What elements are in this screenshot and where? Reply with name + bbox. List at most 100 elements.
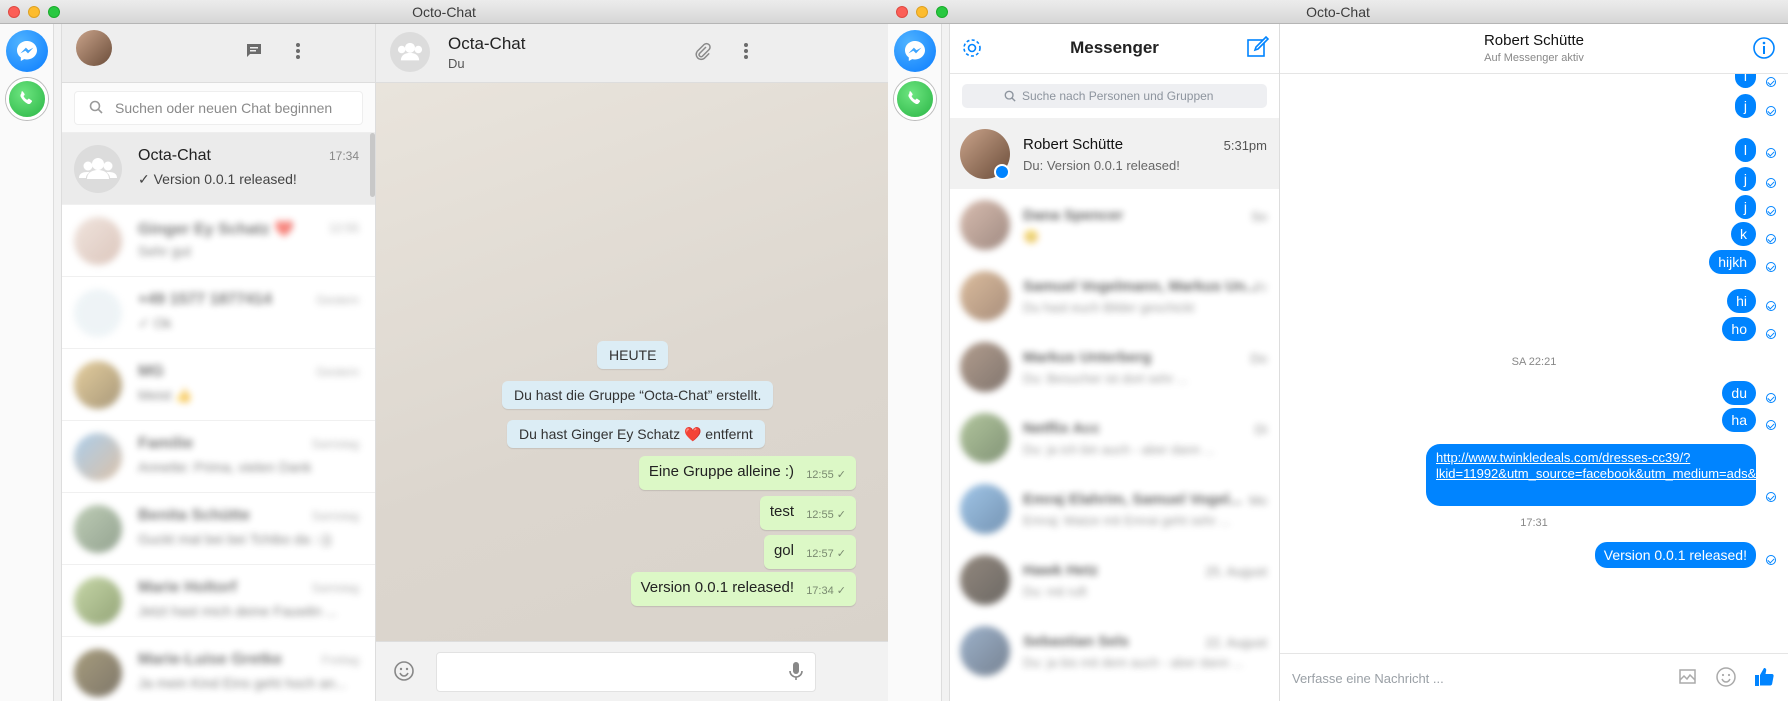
- profile-avatar[interactable]: [76, 30, 112, 66]
- thread-time: Di: [1254, 422, 1267, 437]
- seen-check-icon: [1766, 148, 1776, 158]
- thread-time: Fr: [1254, 280, 1267, 295]
- seen-check-icon: [1766, 234, 1776, 244]
- chat-row[interactable]: Ginger Ey Schatz ❤️ 12:55 Sehr gut: [62, 205, 375, 277]
- chat-row[interactable]: Familie Samstag Annette: Prima, vielen D…: [62, 421, 375, 493]
- new-chat-icon[interactable]: [242, 41, 266, 65]
- chat-preview: Guckt mal bei bei Tchibo da :-)): [138, 531, 332, 547]
- zoom-window-button[interactable]: [48, 6, 60, 18]
- seen-check-icon: [1766, 106, 1776, 116]
- message-input[interactable]: [436, 652, 816, 692]
- chat-preview: ✓ Ok: [138, 315, 172, 331]
- message-time: 12:55 ✓: [806, 469, 846, 481]
- chat-list-scrollbar[interactable]: [370, 133, 375, 197]
- link-message[interactable]: http://www.twinkledeals.com/dresses-cc39…: [1426, 444, 1788, 506]
- message-time: 12:57 ✓: [806, 548, 846, 560]
- composer-bar: [376, 641, 888, 701]
- chat-time: Samstag: [311, 581, 359, 595]
- attach-icon[interactable]: [690, 41, 714, 65]
- outgoing-message: j: [1734, 167, 1756, 191]
- seen-check-icon: [1766, 301, 1776, 311]
- conversation-subtitle: Auf Messenger aktiv: [1484, 52, 1584, 64]
- minimize-window-button[interactable]: [916, 6, 928, 18]
- chat-preview: Annette: Prima, vielen Dank: [138, 459, 312, 475]
- chat-preview: ✓ Version 0.0.1 released!: [138, 171, 297, 187]
- message-input[interactable]: [1292, 664, 1592, 692]
- seen-check-icon: [1766, 77, 1776, 87]
- info-icon[interactable]: [1752, 36, 1776, 60]
- thread-row[interactable]: Samuel Vogelmann, Markus Un... Fr Du has…: [950, 260, 1279, 331]
- contact-avatar: [960, 200, 1010, 250]
- chat-row[interactable]: +49 1577 1877414 Gestern ✓ Ok: [62, 277, 375, 349]
- chat-name: Familie: [138, 435, 194, 452]
- whatsapp-service-icon[interactable]: [6, 78, 48, 120]
- thread-row[interactable]: Emraj Elahrim, Samuel Vogel... Mo Emraj:…: [950, 473, 1279, 544]
- chat-name: Ginger Ey Schatz ❤️: [138, 221, 294, 238]
- menu-dots-icon[interactable]: [734, 41, 758, 65]
- seen-check-icon: [1766, 206, 1776, 216]
- zoom-window-button[interactable]: [936, 6, 948, 18]
- message-text: Eine Gruppe alleine :): [648, 463, 794, 480]
- thumbs-up-icon[interactable]: [1752, 665, 1776, 689]
- emoji-icon[interactable]: [392, 660, 416, 684]
- outgoing-message: hijkh: [1709, 250, 1756, 274]
- contact-avatar: [74, 505, 122, 553]
- group-avatar[interactable]: [390, 32, 430, 72]
- chat-row-octa-chat[interactable]: Octa-Chat 17:34 ✓ Version 0.0.1 released…: [62, 133, 375, 205]
- chat-row[interactable]: Benita Schütte Samstag Guckt mal bei bei…: [62, 493, 375, 565]
- contact-avatar: [74, 289, 122, 337]
- thread-name: Emraj Elahrim, Samuel Vogel...: [1023, 491, 1242, 508]
- dock-divider[interactable]: [942, 24, 950, 701]
- thread-search-input[interactable]: [1022, 84, 1242, 108]
- thread-time: Do: [1250, 351, 1267, 366]
- contact-avatar: [960, 555, 1010, 605]
- search-icon: [89, 100, 103, 114]
- chat-name: Marie Holtorf: [138, 579, 237, 596]
- outgoing-message: l: [1734, 138, 1756, 162]
- thread-row[interactable]: Netflix Acc Di Du: ja ich bin auch - abe…: [950, 402, 1279, 473]
- chat-row[interactable]: Marie-Luise Gretke Freitag Ja mein Kind …: [62, 637, 375, 701]
- thread-row[interactable]: Markus Unterberg Do Du: Besucher ist dor…: [950, 331, 1279, 402]
- chat-time: Samstag: [311, 509, 359, 523]
- thread-preview: Du hast euch Bilder geschickt: [1023, 300, 1195, 315]
- outgoing-message: gol 12:57 ✓: [763, 535, 856, 569]
- thread-row[interactable]: Sebastian Sels 22. August Du: ja bis mit…: [950, 615, 1279, 686]
- message-text: Version 0.0.1 released!: [640, 579, 794, 596]
- conversation-subtitle: Du: [448, 56, 465, 71]
- thread-name: Dana Spencer: [1023, 207, 1124, 224]
- close-window-button[interactable]: [8, 6, 20, 18]
- thread-row[interactable]: Dana Spencer So 😊: [950, 189, 1279, 260]
- outgoing-message: j: [1734, 195, 1756, 219]
- thread-row-robert-schuette[interactable]: Robert Schütte 5:31pm Du: Version 0.0.1 …: [950, 118, 1279, 189]
- window-title: Octo-Chat: [412, 4, 476, 20]
- thread-list-panel: Messenger Robert Schütte 5:31pm Du: Vers…: [950, 24, 1280, 701]
- microphone-icon[interactable]: [784, 660, 808, 684]
- compose-icon[interactable]: [1246, 35, 1270, 59]
- window-titlebar: Octo-Chat: [0, 0, 888, 24]
- image-icon[interactable]: [1676, 666, 1700, 690]
- chat-name: +49 1577 1877414: [138, 291, 272, 308]
- seen-check-icon: [1766, 329, 1776, 339]
- minimize-window-button[interactable]: [28, 6, 40, 18]
- chat-search-input[interactable]: [115, 92, 375, 124]
- dock-divider[interactable]: [54, 24, 62, 701]
- sidebar-title: Messenger: [1070, 38, 1159, 57]
- close-window-button[interactable]: [896, 6, 908, 18]
- thread-name: Netflix Acc: [1023, 420, 1100, 437]
- thread-name: Markus Unterberg: [1023, 349, 1152, 366]
- outgoing-message: l: [1734, 74, 1756, 88]
- seen-check-icon: [1766, 492, 1776, 502]
- messenger-service-icon[interactable]: [6, 30, 48, 72]
- thread-row[interactable]: Hawk Hetz 25. August Du: mit ruft: [950, 544, 1279, 615]
- chat-row[interactable]: MG Gestern Meist 👍: [62, 349, 375, 421]
- thread-list-header: Messenger: [950, 24, 1279, 74]
- emoji-icon[interactable]: [1714, 666, 1738, 690]
- whatsapp-service-icon[interactable]: [894, 78, 936, 120]
- outgoing-message: du: [1722, 381, 1756, 405]
- chat-row[interactable]: Marie Holtorf Samstag Jetzt hast mich de…: [62, 565, 375, 637]
- chat-search-bar: [62, 83, 375, 133]
- messenger-service-icon[interactable]: [894, 30, 936, 72]
- menu-dots-icon[interactable]: [286, 41, 310, 65]
- timestamp-divider: 17:31: [1520, 517, 1548, 529]
- message-time: 17:34 ✓: [806, 585, 846, 597]
